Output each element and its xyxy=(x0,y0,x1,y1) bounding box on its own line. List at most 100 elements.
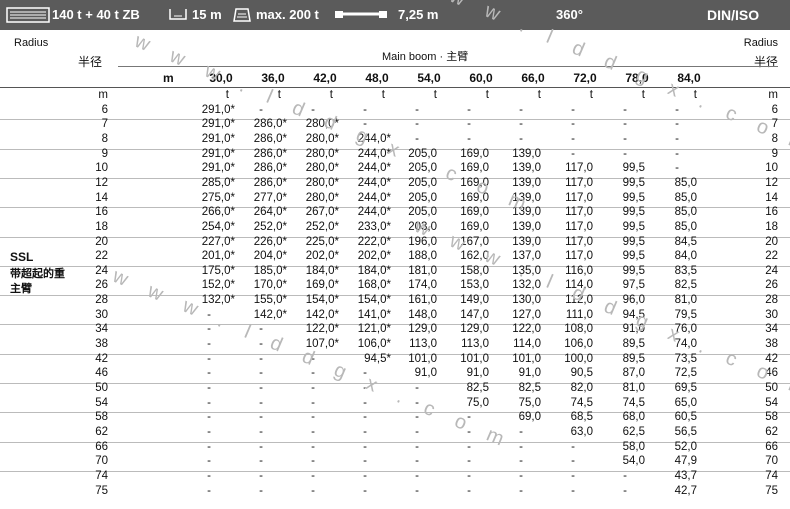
radius-cell-right: 14 xyxy=(765,191,778,204)
load-cell: - xyxy=(259,352,263,365)
load-cell: 202,0* xyxy=(305,250,339,263)
load-cell: 122,0* xyxy=(305,323,339,336)
load-cell: - xyxy=(259,469,263,482)
load-cell: - xyxy=(415,440,419,453)
load-cell: 161,0 xyxy=(408,294,437,307)
radius-cell-right: 66 xyxy=(765,440,778,453)
load-cell: 286,0* xyxy=(253,176,287,189)
load-cell: 148,0 xyxy=(408,308,437,321)
radius-cell: 70 xyxy=(95,455,108,468)
load-cell: 202,0* xyxy=(357,250,391,263)
load-cell: 169,0 xyxy=(460,147,489,160)
boom-length-5: 60,0 xyxy=(469,71,493,85)
radius-label-right: Radius xyxy=(743,37,778,49)
load-cell: 130,0 xyxy=(512,294,541,307)
radius-cell-right: 34 xyxy=(765,323,778,336)
load-cell: - xyxy=(415,103,419,116)
load-cell: - xyxy=(415,469,419,482)
radius-cell-right: 30 xyxy=(765,308,778,321)
radius-cell: 9 xyxy=(101,147,108,160)
load-cell: 129,0 xyxy=(460,323,489,336)
load-cell: 139,0 xyxy=(512,220,541,233)
load-cell: t xyxy=(225,89,229,101)
load-cell: - xyxy=(207,382,211,394)
load-cell: 201,0* xyxy=(201,250,235,263)
load-cell: 154,0* xyxy=(357,294,391,307)
load-cell: t xyxy=(381,89,385,101)
load-cell: 87,0 xyxy=(622,367,645,380)
radius-cell-right: 28 xyxy=(765,294,778,307)
load-cell: - xyxy=(311,455,315,468)
load-cell: 101,0 xyxy=(512,352,541,365)
load-cell: - xyxy=(259,411,263,424)
load-cell: - xyxy=(207,396,211,409)
radius-cell: 8 xyxy=(101,132,108,145)
radius-cell-right: 16 xyxy=(765,206,778,219)
load-cell: 184,0* xyxy=(357,264,391,277)
load-cell: - xyxy=(571,103,575,116)
radius-cell: 6 xyxy=(101,103,108,116)
radius-cell-right: 24 xyxy=(765,264,778,277)
load-cell: 106,0* xyxy=(357,338,391,351)
load-cell: 244,0* xyxy=(357,176,391,189)
load-cell: 89,5 xyxy=(622,352,645,365)
load-cell: t xyxy=(537,89,541,101)
table-row: 6 291,0* - - - - - - - - -6 xyxy=(0,104,790,117)
load-cell: - xyxy=(467,103,471,116)
load-cell: 43,7 xyxy=(674,469,697,482)
load-cell: - xyxy=(571,484,575,497)
load-cell: 252,0* xyxy=(305,220,339,233)
load-cell: - xyxy=(207,469,211,482)
max-capacity-value: max. 200 t xyxy=(256,7,319,22)
load-cell: - xyxy=(363,103,367,116)
radius-label-right-zh: 半径 xyxy=(753,55,778,69)
load-cell: 244,0* xyxy=(357,191,391,204)
load-cell: 286,0* xyxy=(253,118,287,131)
load-cell: 99,5 xyxy=(622,264,645,277)
table-row: 62- - - - - - -63,0 62,5 56,5 62 xyxy=(0,426,790,439)
load-cell: 129,0 xyxy=(408,323,437,336)
load-cell: - xyxy=(207,352,211,365)
load-cell: - xyxy=(623,132,627,145)
table-row: 20 227,0* 226,0* 225,0* 222,0* 196,0 167,0 139,… xyxy=(0,236,790,249)
load-cell: - xyxy=(415,132,419,145)
spec-header-bar: 140 t + 40 t ZB 15 m max. 200 t 7,25 m 3… xyxy=(0,0,790,30)
table-row: 7 291,0* 286,0* 280,0* - - - - - - -7 xyxy=(0,118,790,131)
width-icon xyxy=(335,11,387,18)
counterweight-value: 140 t + 40 t ZB xyxy=(52,7,140,22)
load-cell: - xyxy=(571,455,575,468)
load-cell: - xyxy=(519,455,523,468)
load-cell: 117,0 xyxy=(565,220,593,233)
load-cell: 68,0 xyxy=(622,411,645,424)
load-cell: - xyxy=(363,455,367,468)
table-row: 16 266,0* 264,0* 267,0* 244,0* 205,0 169,0 139,… xyxy=(0,206,790,219)
load-cell: 286,0* xyxy=(253,147,287,160)
load-cell: - xyxy=(623,484,627,497)
load-cell: 91,0 xyxy=(414,367,437,380)
load-cell: 69,0 xyxy=(518,411,541,424)
radius-cell: 42 xyxy=(95,352,108,365)
standard-label: DIN/ISO xyxy=(707,7,760,23)
boom-length-2: 42,0 xyxy=(313,71,337,85)
load-cell: 62,5 xyxy=(622,425,645,438)
load-cell: 117,0 xyxy=(565,162,593,175)
load-cell: 244,0* xyxy=(357,162,391,175)
load-cell: 82,0 xyxy=(570,382,593,394)
load-cell: 141,0* xyxy=(357,308,391,321)
radius-cell: 74 xyxy=(95,469,108,482)
radius-cell-right: m xyxy=(768,89,778,101)
load-cell: 89,5 xyxy=(622,338,645,351)
load-cell: 291,0* xyxy=(201,103,235,116)
ssl-label-zh-line2: 主臂 xyxy=(10,283,32,295)
load-cell: - xyxy=(207,440,211,453)
load-cell: - xyxy=(259,425,263,438)
load-cell: 225,0* xyxy=(305,235,339,248)
load-cell: 99,5 xyxy=(622,235,645,248)
load-cell: 117,0 xyxy=(565,206,593,219)
load-cell: t xyxy=(589,89,593,101)
load-cell: - xyxy=(415,484,419,497)
load-cell: 226,0* xyxy=(253,235,287,248)
load-cell: - xyxy=(311,382,315,394)
radius-cell: 10 xyxy=(95,162,108,175)
load-cell: 286,0* xyxy=(253,162,287,175)
